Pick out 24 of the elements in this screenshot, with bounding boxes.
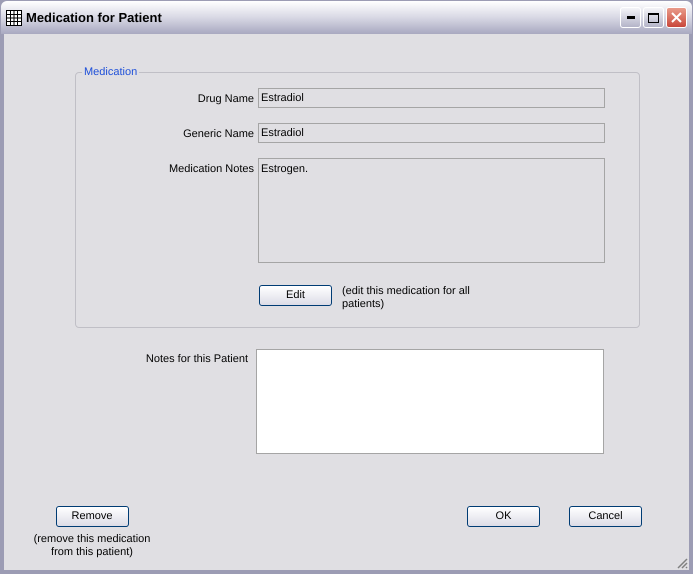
text-field[interactable]: Estradiol <box>258 88 605 108</box>
field-label: Generic Name <box>182 126 254 142</box>
maximize-icon <box>648 12 659 22</box>
minimize-icon <box>626 16 634 19</box>
dialog-button[interactable]: OK <box>467 506 540 527</box>
field-label: Drug Name <box>196 92 254 106</box>
maximize-button[interactable] <box>643 7 664 28</box>
close-button[interactable] <box>666 7 687 28</box>
window-title: Medication for Patient <box>26 8 163 27</box>
dialog-button[interactable]: Cancel <box>569 506 642 527</box>
minimize-button[interactable] <box>620 7 641 28</box>
remove-hint: (remove this medication from this patient) <box>32 533 152 559</box>
text-field[interactable]: Estradiol <box>258 122 605 142</box>
remove-button[interactable]: Remove <box>56 506 128 527</box>
edit-hint: (edit this medication for all patients) <box>342 284 471 310</box>
grid-icon <box>6 10 22 26</box>
notes-field[interactable]: Estrogen. <box>258 158 605 262</box>
group-label: Medication <box>84 66 138 78</box>
resize-grip-icon[interactable] <box>676 557 688 569</box>
edit-button[interactable]: Edit <box>259 284 332 306</box>
close-icon <box>671 12 682 23</box>
patient-notes-field[interactable] <box>256 349 604 454</box>
field-label: Medication Notes <box>168 162 254 176</box>
field-label: Notes for this Patient <box>144 352 248 367</box>
